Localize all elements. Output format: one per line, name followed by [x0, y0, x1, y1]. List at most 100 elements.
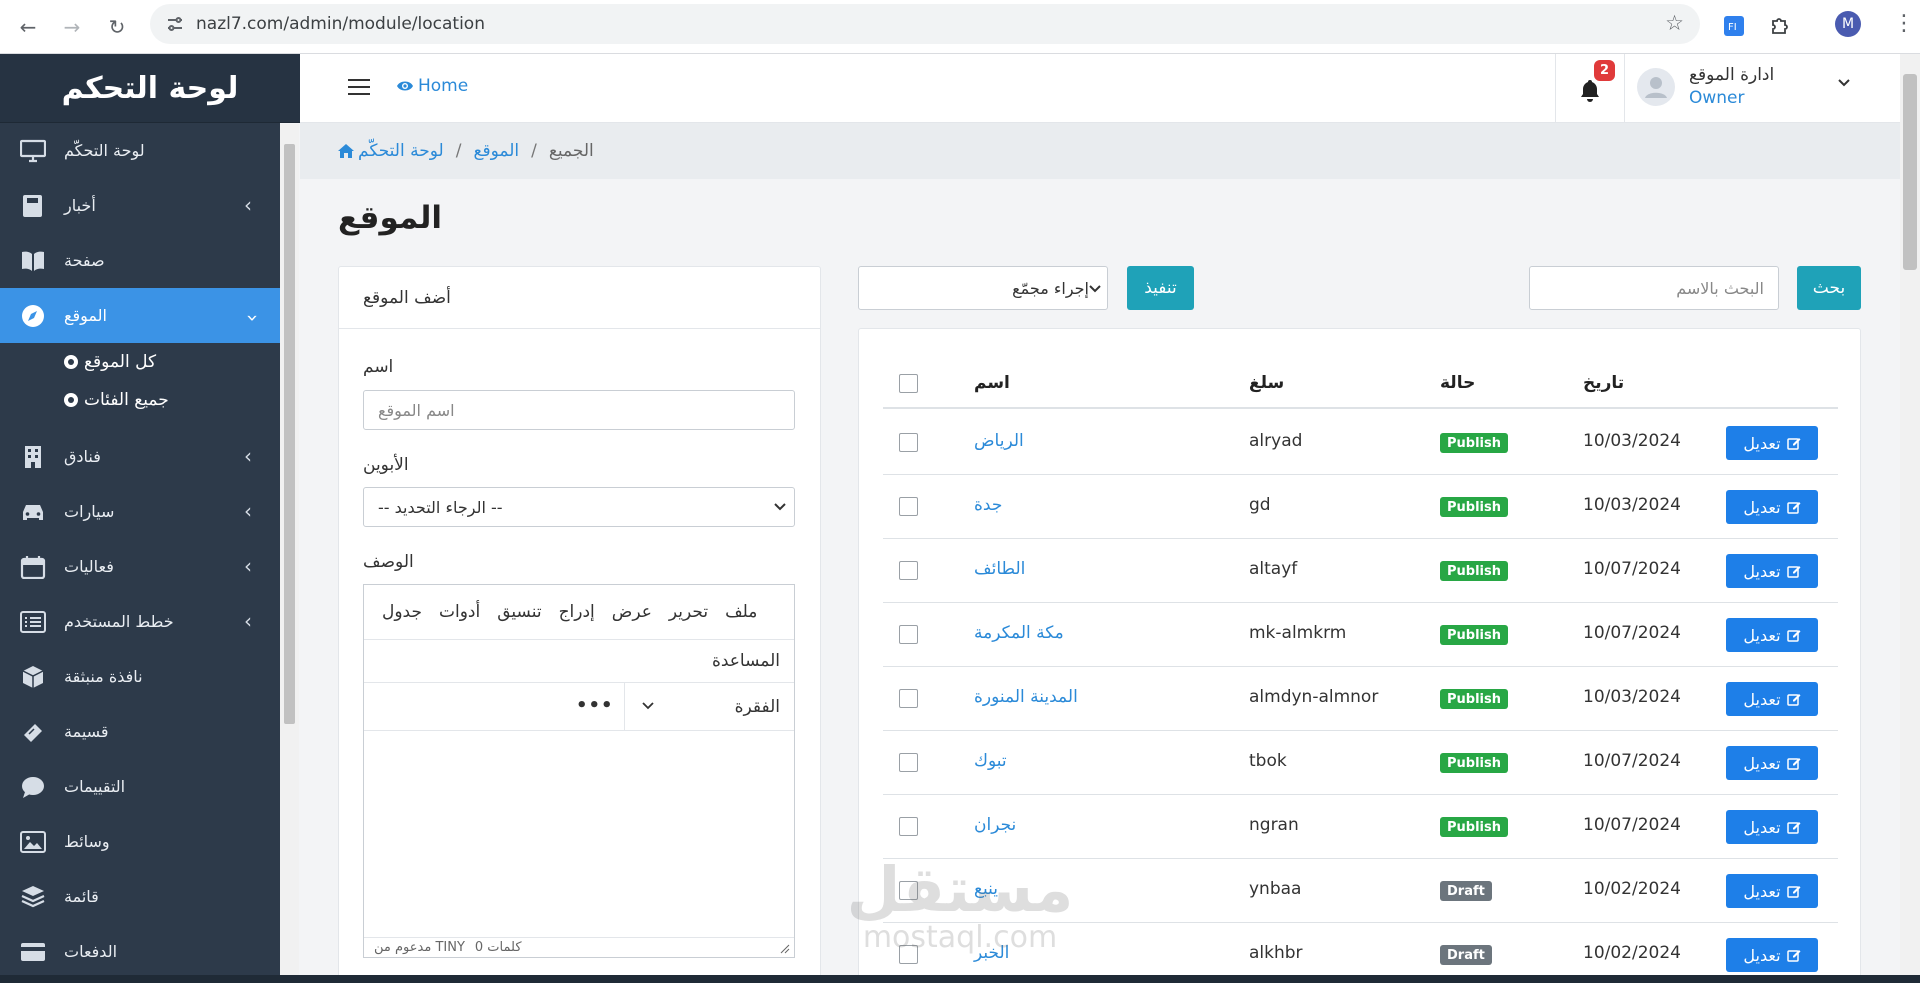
- sidebar-item-dashboard[interactable]: لوحة التحكّم: [0, 123, 280, 178]
- table-row: نجران ngran Publish 10/07/2024 تعديل: [883, 795, 1838, 859]
- extensions-puzzle-icon[interactable]: [1766, 12, 1794, 40]
- location-name-link[interactable]: نجران: [974, 815, 1016, 835]
- location-name-link[interactable]: جدة: [974, 495, 1002, 515]
- location-name-link[interactable]: تبوك: [974, 751, 1007, 771]
- select-all-checkbox[interactable]: [899, 374, 918, 393]
- location-name-link[interactable]: المدينة المنورة: [974, 687, 1078, 707]
- edit-icon: [1786, 566, 1801, 578]
- editor-menu-tools[interactable]: أدوات: [439, 602, 480, 622]
- column-header-slug[interactable]: سلغ: [1249, 373, 1284, 393]
- location-slug: altayf: [1249, 559, 1298, 579]
- location-slug: mk-almkrm: [1249, 623, 1347, 643]
- editor-more-button[interactable]: •••: [576, 695, 614, 716]
- home-icon[interactable]: [338, 144, 354, 158]
- column-header-status[interactable]: حالة: [1440, 373, 1475, 393]
- edit-button[interactable]: تعديل: [1726, 874, 1818, 908]
- editor-menu-format[interactable]: تنسيق: [497, 602, 541, 622]
- row-checkbox[interactable]: [899, 625, 918, 644]
- site-settings-icon[interactable]: [166, 15, 184, 33]
- user-menu[interactable]: ادارة الموقع Owner: [1637, 54, 1860, 123]
- bulk-action-select[interactable]: إجراء مجمّع: [858, 266, 1108, 310]
- location-name-link[interactable]: مكة المكرمة: [974, 623, 1064, 643]
- row-checkbox[interactable]: [899, 689, 918, 708]
- browser-menu-icon[interactable]: ⋮: [1893, 12, 1915, 36]
- breadcrumb-section[interactable]: الموقع: [473, 141, 519, 161]
- watermark-latin: mostaql.com: [862, 920, 1058, 955]
- sidebar-item-payments[interactable]: الدفعات: [0, 924, 280, 979]
- sidebar-item-popup[interactable]: نافذة منبثقة: [0, 649, 280, 704]
- sidebar-brand[interactable]: لوحة التحكم: [0, 54, 300, 123]
- notifications-button[interactable]: 2: [1555, 54, 1625, 123]
- sidebar-item-hotels[interactable]: فنادق ‹: [0, 429, 280, 484]
- location-name-input[interactable]: اسم الموقع: [363, 390, 795, 430]
- edit-button[interactable]: تعديل: [1726, 938, 1818, 972]
- sidebar-item-cars[interactable]: سيارات ‹: [0, 484, 280, 539]
- editor-powered-by[interactable]: مدعوم من TINY: [374, 940, 465, 955]
- edit-icon: [1786, 630, 1801, 642]
- sidebar-item-events[interactable]: فعاليات ‹: [0, 539, 280, 594]
- edit-icon: [1786, 694, 1801, 706]
- translate-extension-icon[interactable]: FI: [1720, 12, 1748, 40]
- column-header-name[interactable]: اسم: [974, 373, 1010, 393]
- edit-button[interactable]: تعديل: [1726, 426, 1818, 460]
- search-input[interactable]: البحث بالاسم: [1529, 266, 1779, 310]
- list-icon: [20, 611, 46, 633]
- reload-icon[interactable]: ↻: [103, 13, 131, 41]
- editor-menu-table[interactable]: جدول: [382, 602, 422, 622]
- editor-menubar: جدول أدوات تنسيق إدراج عرض تحرير ملف: [364, 585, 794, 640]
- editor-menu-file[interactable]: ملف: [725, 602, 757, 622]
- edit-button[interactable]: تعديل: [1726, 810, 1818, 844]
- sidebar-item-user-plans[interactable]: خطط المستخدم ‹: [0, 594, 280, 649]
- forward-icon[interactable]: →: [58, 13, 86, 41]
- table-row: جدة gd Publish 10/03/2024 تعديل: [883, 475, 1838, 539]
- sidebar-item-page[interactable]: صفحة: [0, 233, 280, 288]
- search-button[interactable]: بحث: [1797, 266, 1861, 310]
- apply-button[interactable]: تنفيذ: [1127, 266, 1194, 310]
- sidebar-scrollbar[interactable]: [280, 124, 299, 983]
- edit-button[interactable]: تعديل: [1726, 618, 1818, 652]
- row-checkbox[interactable]: [899, 817, 918, 836]
- resize-handle-icon[interactable]: [780, 944, 790, 954]
- editor-content-area[interactable]: [364, 731, 794, 937]
- row-checkbox[interactable]: [899, 561, 918, 580]
- address-bar[interactable]: nazl7.com/admin/module/location ☆: [150, 4, 1700, 44]
- column-header-date[interactable]: تاريخ: [1583, 373, 1624, 393]
- edit-button[interactable]: تعديل: [1726, 746, 1818, 780]
- row-checkbox[interactable]: [899, 433, 918, 452]
- breadcrumb-home[interactable]: لوحة التحكّم: [358, 141, 444, 161]
- sidebar-item-media[interactable]: وسائط: [0, 814, 280, 869]
- sidebar-subitem-label: كل الموقع: [84, 352, 157, 372]
- bookmark-star-icon[interactable]: ☆: [1665, 11, 1684, 35]
- row-checkbox[interactable]: [899, 753, 918, 772]
- page-scrollbar[interactable]: [1900, 54, 1920, 983]
- editor-menu-insert[interactable]: إدراج: [559, 602, 595, 622]
- sidebar-item-reviews[interactable]: التقييمات: [0, 759, 280, 814]
- profile-avatar[interactable]: M: [1835, 11, 1861, 37]
- editor-help-menu[interactable]: المساعدة: [364, 640, 794, 683]
- edit-button[interactable]: تعديل: [1726, 682, 1818, 716]
- location-name-link[interactable]: الطائف: [974, 559, 1025, 579]
- back-icon[interactable]: ←: [14, 13, 42, 41]
- page-scrollbar-thumb[interactable]: [1903, 74, 1917, 270]
- sidebar-item-menu[interactable]: قائمة: [0, 869, 280, 924]
- user-role: Owner: [1689, 88, 1745, 108]
- sidebar: لوحة التحكم لوحة التحكّم أخبار ‹ صفحة ال…: [0, 54, 300, 983]
- chevron-left-icon: ‹: [244, 499, 252, 523]
- sidebar-item-location[interactable]: الموقع ‹: [0, 288, 280, 343]
- home-link[interactable]: Home: [396, 76, 468, 96]
- sidebar-subitem-all-locations[interactable]: كل الموقع: [0, 343, 280, 381]
- row-checkbox[interactable]: [899, 497, 918, 516]
- location-date: 10/07/2024: [1583, 623, 1681, 643]
- sidebar-item-coupon[interactable]: قسيمة: [0, 704, 280, 759]
- paragraph-format-dropdown[interactable]: الفقرة: [624, 683, 794, 730]
- location-name-link[interactable]: الرياض: [974, 431, 1024, 451]
- editor-menu-edit[interactable]: تحرير: [669, 602, 708, 622]
- edit-button[interactable]: تعديل: [1726, 490, 1818, 524]
- editor-menu-view[interactable]: عرض: [612, 602, 652, 622]
- sidebar-item-news[interactable]: أخبار ‹: [0, 178, 280, 233]
- sidebar-subitem-all-categories[interactable]: جميع الفئات: [0, 381, 280, 419]
- parent-select[interactable]: -- الرجاء التحديد --: [363, 487, 795, 527]
- sidebar-scrollbar-thumb[interactable]: [284, 144, 295, 724]
- edit-button[interactable]: تعديل: [1726, 554, 1818, 588]
- hamburger-menu-icon[interactable]: [348, 79, 370, 95]
